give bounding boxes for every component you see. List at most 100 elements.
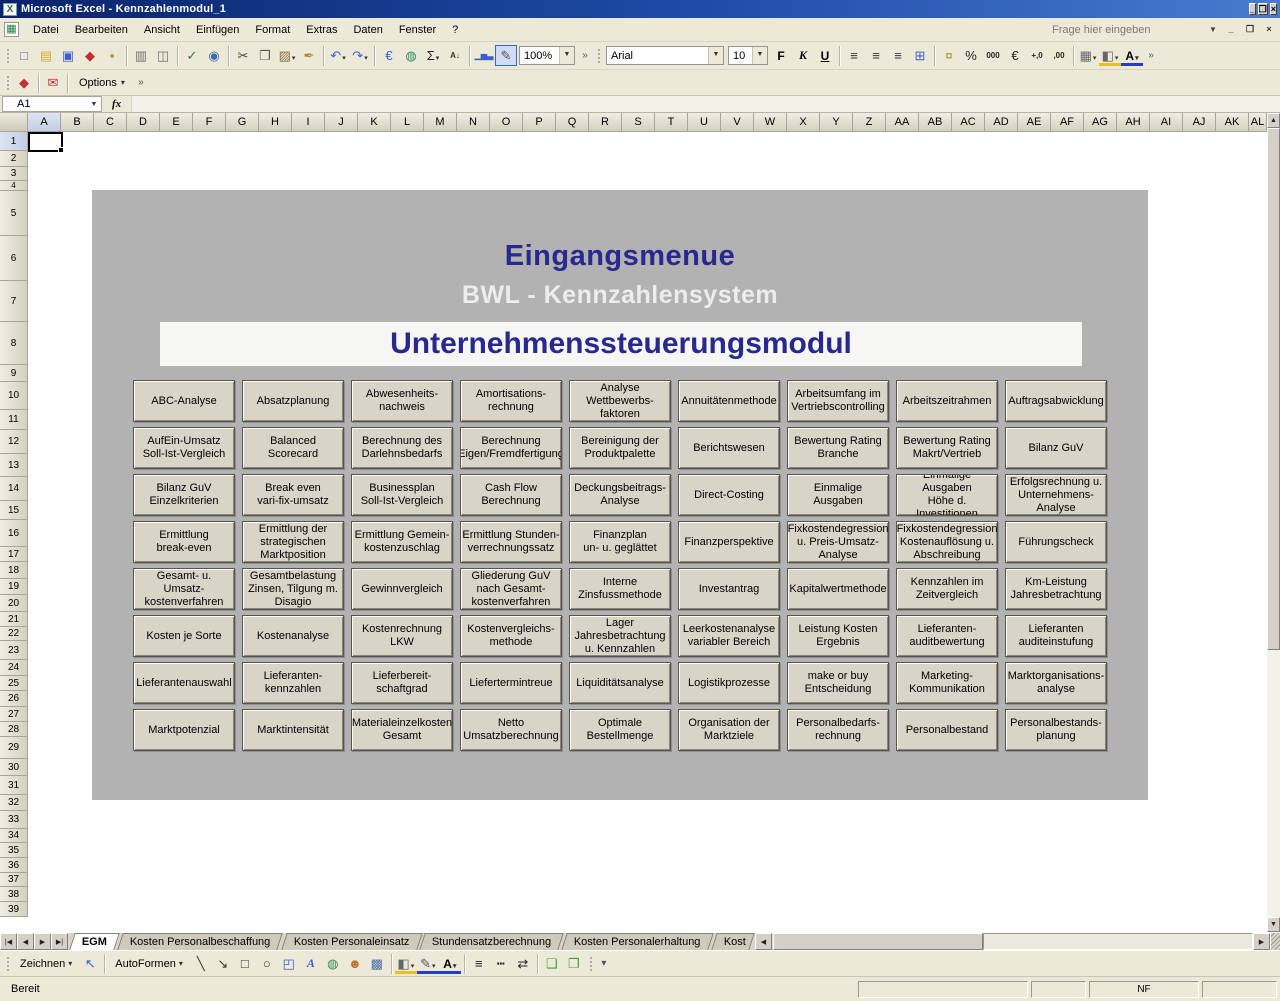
row-header-35[interactable]: 35 [0,843,28,858]
line-icon[interactable]: ╲ [190,953,212,974]
save-icon[interactable]: ▣ [57,45,79,66]
menu-item-format[interactable]: Format [247,20,298,40]
drawing-icon[interactable]: ✎ [495,45,517,66]
row-header-5[interactable]: 5 [0,191,28,236]
menu-button[interactable]: Bilanz GuV Einzelkriterien [133,474,235,516]
last-sheet-icon[interactable]: ▶| [51,933,68,950]
clip-art-icon[interactable]: ☻ [344,953,366,974]
column-header-AH[interactable]: AH [1117,113,1150,132]
menu-button[interactable]: Ermittlung der strategischen Marktpositi… [242,521,344,563]
close-workbook-icon[interactable]: × [1261,23,1277,37]
row-header-33[interactable]: 33 [0,811,28,829]
row-header-39[interactable]: 39 [0,902,28,917]
column-header-AJ[interactable]: AJ [1183,113,1216,132]
arrow-style-icon[interactable]: ⇄ [512,953,534,974]
menu-button[interactable]: Arbeitszeitrahmen [896,380,998,422]
menu-item-fenster[interactable]: Fenster [391,20,444,40]
row-header-8[interactable]: 8 [0,322,28,365]
menu-button[interactable]: Optimale Bestellmenge [569,709,671,751]
menu-button[interactable]: Führungscheck [1005,521,1107,563]
row-header-17[interactable]: 17 [0,547,28,562]
menu-button[interactable]: Lieferanten- auditbewertung [896,615,998,657]
column-header-V[interactable]: V [721,113,754,132]
column-header-S[interactable]: S [622,113,655,132]
column-header-K[interactable]: K [358,113,391,132]
merge-center-icon[interactable]: ⊞ [909,45,931,66]
menu-button[interactable]: make or buy Entscheidung [787,662,889,704]
menu-button[interactable]: Logistikprozesse [678,662,780,704]
row-header-11[interactable]: 11 [0,410,28,430]
new-document-icon[interactable]: □ [13,45,35,66]
options-button[interactable]: Options [71,74,133,92]
menu-button[interactable]: Leistung Kosten Ergebnis [787,615,889,657]
chart-wizard-icon[interactable]: ▁▅▃ [473,45,495,66]
row-header-15[interactable]: 15 [0,501,28,520]
menu-button[interactable]: Gesamtbelastung Zinsen, Tilgung m. Disag… [242,568,344,610]
row-header-6[interactable]: 6 [0,236,28,281]
row-header-16[interactable]: 16 [0,520,28,547]
menu-button[interactable]: Einmalige Ausgaben [787,474,889,516]
first-sheet-icon[interactable]: |◀ [0,933,17,950]
menu-button[interactable]: Auftragsabwicklung [1005,380,1107,422]
column-header-AL[interactable]: AL [1249,113,1267,132]
menu-button[interactable]: Lieferanten auditeinstufung [1005,615,1107,657]
column-header-O[interactable]: O [490,113,523,132]
menu-button[interactable]: Abwesenheits- nachweis [351,380,453,422]
row-header-27[interactable]: 27 [0,707,28,722]
name-box[interactable]: A1 ▼ [2,96,102,112]
menu-item-extras[interactable]: Extras [298,20,345,40]
fill-color-icon[interactable]: ◧ [1099,45,1121,66]
row-header-37[interactable]: 37 [0,873,28,887]
previous-sheet-icon[interactable]: ◀ [17,933,34,950]
menu-button[interactable]: Fixkostendegression u. Preis-Umsatz- Ana… [787,521,889,563]
zoom-dropdown-icon[interactable]: ▼ [559,47,574,64]
column-header-R[interactable]: R [589,113,622,132]
menu-button[interactable]: Lieferantenauswahl [133,662,235,704]
toolbar-grip[interactable] [588,955,593,973]
minimize-window-icon[interactable]: _ [1249,3,1256,15]
font-color-icon[interactable]: A [439,953,461,974]
column-header-B[interactable]: B [61,113,94,132]
align-right-icon[interactable]: ≡ [887,45,909,66]
italic-icon[interactable]: K [792,45,814,66]
toolbar-options-chevron[interactable]: » [579,45,591,67]
pdf-convert-icon[interactable]: ◆ [79,45,101,66]
column-header-N[interactable]: N [457,113,490,132]
column-header-H[interactable]: H [259,113,292,132]
menu-button[interactable]: Marktpotenzial [133,709,235,751]
dropdown-arrow-icon[interactable] [410,956,415,971]
dropdown-arrow-icon[interactable] [291,48,296,63]
column-header-Q[interactable]: Q [556,113,589,132]
menu-button[interactable]: Ermittlung Gemein- kostenzuschlag [351,521,453,563]
column-header-AI[interactable]: AI [1150,113,1183,132]
column-header-U[interactable]: U [688,113,721,132]
menu-button[interactable]: Berechnung Eigen/Fremdfertigung [460,427,562,469]
print-icon[interactable]: ▥ [130,45,152,66]
toolbar-options-chevron[interactable]: » [1145,45,1157,67]
row-header-3[interactable]: 3 [0,167,28,181]
column-header-AG[interactable]: AG [1084,113,1117,132]
column-header-I[interactable]: I [292,113,325,132]
column-header-E[interactable]: E [160,113,193,132]
convert-to-pdf-icon[interactable]: ◆ [13,72,35,93]
vertical-scrollbar[interactable]: ▲ ▼ [1267,113,1280,932]
zeichnen-menu-button[interactable]: Zeichnen [13,955,79,973]
column-header-A[interactable]: A [28,113,61,132]
dropdown-arrow-icon[interactable] [431,956,436,971]
euro-style-icon[interactable]: € [1004,45,1026,66]
select-objects-icon[interactable]: ↖ [79,953,101,974]
open-folder-icon[interactable]: ▤ [35,45,57,66]
autoformen-menu-button[interactable]: AutoFormen [108,955,190,973]
tab-split-handle[interactable] [1270,933,1280,950]
column-header-AE[interactable]: AE [1018,113,1051,132]
row-header-29[interactable]: 29 [0,737,28,759]
align-center-icon[interactable]: ≡ [865,45,887,66]
row-header-13[interactable]: 13 [0,454,28,477]
selected-cell-a1[interactable] [28,132,63,152]
column-header-C[interactable]: C [94,113,127,132]
menu-button[interactable]: Leerkostenanalyse variabler Bereich [678,615,780,657]
column-header-AK[interactable]: AK [1216,113,1249,132]
sheet-tab-kost[interactable]: Kost [711,933,755,950]
menu-button[interactable]: Bilanz GuV [1005,427,1107,469]
menu-button[interactable]: Arbeitsumfang im Vertriebscontrolling [787,380,889,422]
